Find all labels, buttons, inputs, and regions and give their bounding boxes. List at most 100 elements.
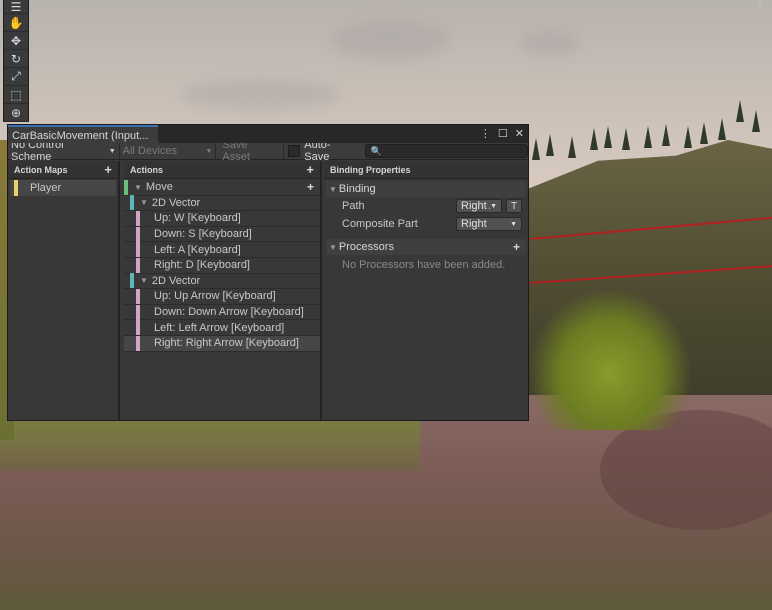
row-label: Down: S [Keyboard]	[154, 228, 252, 241]
action-row[interactable]: ▼ Move +	[124, 179, 320, 196]
cloud	[330, 20, 450, 60]
grass-clump	[530, 290, 690, 430]
chevron-down-icon: ▼	[490, 202, 497, 210]
binding-part-row[interactable]: Left: Left Arrow [Keyboard]	[124, 320, 320, 336]
row-label: Down: Down Arrow [Keyboard]	[154, 306, 304, 319]
row-label: Move	[145, 181, 173, 194]
more-options-icon[interactable]: ⋮	[480, 127, 491, 140]
tree	[752, 110, 760, 132]
composite-part-dropdown[interactable]: Right ▼	[456, 217, 522, 231]
devices-label: All Devices	[122, 145, 178, 157]
action-map-item[interactable]: Player	[10, 180, 116, 196]
auto-save-checkbox[interactable]	[288, 145, 301, 157]
path-label: Path	[342, 200, 365, 212]
actions-header: Actions +	[124, 161, 320, 179]
processors-section-header[interactable]: ▼ Processors +	[326, 239, 526, 255]
foldout-icon[interactable]: ▼	[140, 198, 148, 207]
chevron-down-icon: ▼	[510, 220, 517, 228]
row-label: 2D Vector	[151, 196, 201, 209]
row-label: Right: Right Arrow [Keyboard]	[154, 337, 299, 350]
row-label: Up: W [Keyboard]	[154, 212, 241, 225]
window-titlebar: CarBasicMovement (Input... ⋮ ☐ ✕	[8, 125, 528, 143]
foldout-icon: ▼	[329, 184, 337, 194]
tree	[662, 124, 670, 146]
binding-section-title: Binding	[338, 183, 376, 195]
chevron-down-icon: ▼	[108, 147, 116, 155]
tree	[604, 126, 612, 148]
binding-part-row[interactable]: Down: Down Arrow [Keyboard]	[124, 304, 320, 321]
actions-pane: Actions + ▼ Move + ▼ 2D Vector Up: W [Keyboar…	[124, 161, 322, 420]
tree	[684, 126, 692, 148]
scene-menu-icon[interactable]: ⋮	[754, 0, 766, 14]
action-map-label: Player	[30, 182, 62, 194]
binding-part-row[interactable]: Right: Right Arrow [Keyboard]	[124, 335, 320, 352]
tree	[532, 138, 540, 160]
row-label: Left: A [Keyboard]	[154, 243, 241, 256]
action-maps-list: Player	[8, 180, 118, 196]
add-processor-button[interactable]: +	[513, 240, 520, 254]
close-icon[interactable]: ✕	[515, 127, 524, 140]
row-color-bar	[124, 179, 128, 195]
tree	[644, 126, 652, 148]
binding-part-row[interactable]: Up: Up Arrow [Keyboard]	[124, 288, 320, 305]
maximize-icon[interactable]: ☐	[498, 127, 508, 140]
composite-part-label: Composite Part	[342, 218, 418, 230]
composite-binding-row[interactable]: ▼ 2D Vector	[124, 195, 320, 212]
window-tab[interactable]: CarBasicMovement (Input...	[8, 125, 158, 143]
scene-tools-toolbar: ☰ ✋ ✥ ↻ ⤢ ⬚ ⊕	[3, 0, 29, 122]
devices-dropdown[interactable]: All Devices ▼	[120, 143, 216, 160]
tree	[590, 128, 598, 150]
action-map-color-bar	[14, 180, 18, 196]
binding-section-header[interactable]: ▼ Binding	[326, 181, 526, 197]
row-label: Up: Up Arrow [Keyboard]	[154, 290, 276, 303]
rotate-icon[interactable]: ↻	[4, 50, 28, 68]
t-button[interactable]: T	[506, 199, 522, 213]
path-dropdown[interactable]: Right A ▼	[456, 199, 502, 213]
input-actions-window: CarBasicMovement (Input... ⋮ ☐ ✕ No Cont…	[7, 124, 529, 421]
hand-icon[interactable]: ✋	[4, 14, 28, 32]
action-maps-title: Action Maps	[14, 164, 68, 175]
composite-binding-row[interactable]: ▼ 2D Vector	[124, 273, 320, 290]
search-icon: 🔍	[370, 145, 382, 156]
binding-properties-pane: Binding Properties ▼ Binding Path Right …	[324, 161, 528, 420]
foldout-icon[interactable]: ▼	[134, 183, 142, 192]
foldout-icon[interactable]: ▼	[140, 276, 148, 285]
row-label: 2D Vector	[151, 274, 201, 287]
binding-part-row[interactable]: Right: D [Keyboard]	[124, 257, 320, 274]
control-scheme-dropdown[interactable]: No Control Scheme ▼	[8, 139, 119, 163]
row-label: Right: D [Keyboard]	[154, 259, 250, 272]
path-row: Path Right A ▼ T	[324, 197, 528, 215]
processors-section-title: Processors	[338, 241, 394, 253]
action-maps-header: Action Maps +	[8, 161, 118, 179]
tree	[546, 134, 554, 156]
cloud	[520, 30, 580, 55]
processors-empty-message: No Processors have been added.	[342, 259, 506, 271]
add-action-button[interactable]: +	[306, 162, 314, 177]
transform-icon[interactable]: ⊕	[4, 104, 28, 122]
add-action-map-button[interactable]: +	[104, 162, 112, 177]
tree	[622, 128, 630, 150]
window-buttons: ⋮ ☐ ✕	[480, 127, 524, 140]
composite-part-row: Composite Part Right ▼	[324, 215, 528, 233]
add-binding-button[interactable]: +	[307, 180, 314, 194]
move-icon[interactable]: ✥	[4, 32, 28, 50]
tree	[700, 122, 708, 144]
tree	[568, 136, 576, 158]
menu-icon[interactable]: ☰	[4, 0, 28, 14]
cloud	[180, 80, 340, 110]
action-maps-pane: Action Maps + Player	[8, 161, 120, 420]
binding-part-row[interactable]: Down: S [Keyboard]	[124, 226, 320, 243]
save-asset-button[interactable]: Save Asset	[216, 139, 283, 163]
window-toolbar: No Control Scheme ▼ All Devices ▼ Save A…	[8, 139, 529, 163]
search-input[interactable]: 🔍	[365, 144, 529, 158]
scale-icon[interactable]: ⤢	[4, 68, 28, 86]
binding-part-row[interactable]: Up: W [Keyboard]	[124, 210, 320, 227]
binding-part-row[interactable]: Left: A [Keyboard]	[124, 242, 320, 258]
tree	[736, 100, 744, 122]
actions-list: ▼ Move + ▼ 2D Vector Up: W [Keyboard] Down: S …	[124, 179, 320, 352]
foldout-icon: ▼	[329, 242, 337, 252]
actions-title: Actions	[130, 164, 164, 175]
row-color-bar	[130, 195, 134, 211]
rect-icon[interactable]: ⬚	[4, 86, 28, 104]
path-value: Right A	[461, 200, 490, 212]
